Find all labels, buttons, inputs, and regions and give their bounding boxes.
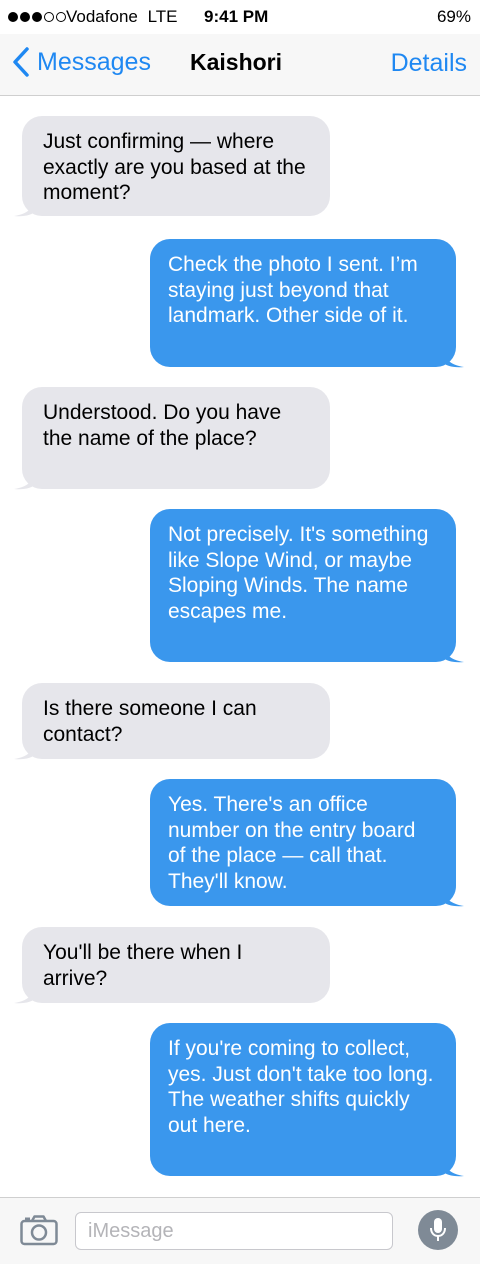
incoming-message[interactable]: Understood. Do you have the name of the … (14, 387, 330, 490)
message-text: Not precisely. It's something like Slope… (168, 523, 429, 623)
carrier-name: Vodafone (66, 7, 138, 26)
camera-icon[interactable] (20, 1214, 58, 1251)
network-type: LTE (147, 7, 178, 26)
status-time: 9:41 PM (204, 7, 269, 26)
details-button[interactable]: Details (391, 49, 467, 78)
conversation-title: Kaishori (190, 49, 283, 75)
back-button-label: Messages (37, 47, 151, 76)
message-text: Understood. Do you have the name of the … (43, 401, 282, 450)
outgoing-message[interactable]: Not precisely. It's something like Slope… (150, 509, 464, 663)
battery-percentage: 69% (436, 7, 471, 26)
signal-strength-icon (8, 12, 66, 22)
imessage-input[interactable] (75, 1212, 393, 1250)
outgoing-message[interactable]: Check the photo I sent. I’m staying just… (150, 239, 464, 368)
carrier-info: Vodafone LTE (66, 7, 178, 27)
nav-bar: Messages Kaishori Details (0, 34, 480, 96)
message-text: You'll be there when I arrive? (43, 941, 243, 990)
outgoing-message[interactable]: If you're coming to collect, yes. Just d… (150, 1023, 464, 1177)
message-text: Is there someone I can contact? (43, 697, 257, 746)
compose-bar (0, 1197, 480, 1264)
message-text: If you're coming to collect, yes. Just d… (168, 1037, 434, 1137)
incoming-message[interactable]: Is there someone I can contact? (14, 683, 330, 760)
incoming-message[interactable]: You'll be there when I arrive? (14, 927, 330, 1004)
back-button[interactable]: Messages (12, 46, 151, 78)
message-text: Check the photo I sent. I’m staying just… (168, 253, 418, 327)
message-thread[interactable]: Just confirming — where exactly are you … (0, 97, 480, 1197)
microphone-icon[interactable] (418, 1210, 458, 1250)
status-bar: Vodafone LTE 9:41 PM 69% (0, 0, 480, 34)
chevron-left-icon (12, 46, 30, 78)
incoming-message[interactable]: Just confirming — where exactly are you … (14, 116, 330, 217)
message-text: Yes. There's an office number on the ent… (168, 793, 416, 893)
outgoing-message[interactable]: Yes. There's an office number on the ent… (150, 779, 464, 907)
message-text: Just confirming — where exactly are you … (43, 130, 306, 204)
